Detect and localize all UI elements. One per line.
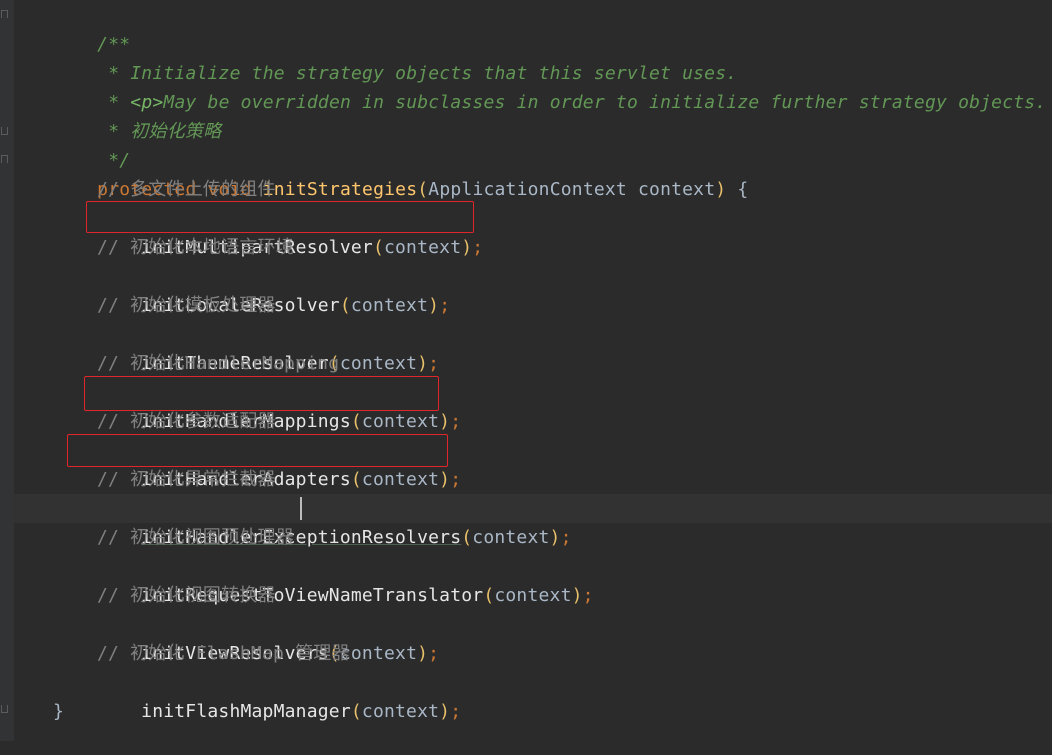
paren: ) bbox=[571, 585, 583, 606]
paren: ( bbox=[339, 295, 351, 316]
code-line: initHandlerAdapters(context); bbox=[97, 436, 461, 490]
code-line: initHandlerMappings(context); bbox=[97, 378, 461, 432]
semicolon: ; bbox=[428, 643, 440, 664]
comment: // 初始化模板处理器 bbox=[97, 295, 276, 316]
javadoc-open: /** bbox=[53, 1, 130, 55]
open-brace: { bbox=[726, 179, 749, 200]
comment: // 初始化 FlashMap 管理器 bbox=[97, 643, 350, 664]
argument: context bbox=[339, 643, 418, 664]
javadoc-close: */ bbox=[53, 117, 130, 171]
paren: ( bbox=[350, 701, 362, 722]
semicolon: ; bbox=[450, 469, 462, 490]
argument: context bbox=[494, 585, 572, 606]
code-line: initMultipartResolver(context); bbox=[97, 204, 483, 258]
paren: ) bbox=[417, 353, 429, 374]
paren: ( bbox=[372, 237, 384, 258]
text-cursor bbox=[300, 497, 302, 520]
method-name: initStrategies bbox=[262, 179, 418, 200]
paren: ) bbox=[439, 411, 451, 432]
argument: context bbox=[361, 411, 440, 432]
code-line: initLocaleResolver(context); bbox=[97, 262, 450, 316]
method-signature: protected void initStrategies(Applicatio… bbox=[53, 146, 748, 200]
parameters: ApplicationContext context bbox=[428, 179, 716, 200]
comment-line: // 初始化模板处理器 bbox=[97, 291, 276, 320]
semicolon: ; bbox=[472, 237, 484, 258]
javadoc-line: * 初始化策略 bbox=[53, 88, 221, 142]
comment: // 初始化参数适配器 bbox=[97, 411, 276, 432]
comment: // 初始化视图预处理器 bbox=[97, 527, 294, 548]
semicolon: ; bbox=[450, 701, 462, 722]
comment-line: // 初始化本地语言环境 bbox=[97, 233, 294, 262]
semicolon: ; bbox=[450, 411, 462, 432]
paren: ) bbox=[461, 237, 473, 258]
comment-line: // 初始化异常拦截器 bbox=[97, 465, 276, 494]
javadoc-line: * <p>May be overridden in subclasses in … bbox=[53, 59, 1046, 113]
comment: // 多文件上传的组件 bbox=[97, 179, 276, 200]
fold-start-icon[interactable] bbox=[1, 155, 8, 163]
comment: // 初始化异常拦截器 bbox=[97, 469, 276, 490]
semicolon: ; bbox=[560, 527, 572, 548]
code-line: initRequestToViewNameTranslator(context)… bbox=[97, 552, 594, 606]
method-call: initFlashMapManager bbox=[141, 701, 351, 722]
paren: ( bbox=[461, 527, 473, 548]
comment: // 初始化本地语言环境 bbox=[97, 237, 294, 258]
comment: // 初始化HandlerMapping bbox=[97, 353, 340, 374]
comment-line: // 初始化参数适配器 bbox=[97, 407, 276, 436]
argument: context bbox=[472, 527, 550, 548]
comment-line: // 初始化HandlerMapping bbox=[97, 349, 339, 378]
paren: ) bbox=[549, 527, 561, 548]
comment: // 初始化视图转换器 bbox=[97, 585, 276, 606]
code-editor[interactable]: /** * Initialize the strategy objects th… bbox=[0, 0, 1052, 741]
comment-line: // 初始化视图转换器 bbox=[97, 581, 276, 610]
comment-line: // 初始化视图预处理器 bbox=[97, 523, 294, 552]
paren: ) bbox=[439, 701, 451, 722]
close-brace: } bbox=[53, 701, 65, 722]
code-line: initFlashMapManager(context); bbox=[97, 668, 461, 722]
javadoc-text: May be overridden in subclasses in order… bbox=[163, 92, 1047, 113]
semicolon: ; bbox=[582, 585, 594, 606]
argument: context bbox=[383, 237, 462, 258]
comment-line: // 多文件上传的组件 bbox=[97, 175, 276, 204]
paren: ( bbox=[350, 411, 362, 432]
paren: ( bbox=[483, 585, 495, 606]
paren: ) bbox=[715, 179, 727, 200]
code-line: initThemeResolver(context); bbox=[97, 320, 439, 374]
fold-end-icon[interactable] bbox=[1, 127, 8, 135]
paren: ( bbox=[350, 469, 362, 490]
code-line: initViewResolvers(context); bbox=[97, 610, 439, 664]
fold-start-icon[interactable] bbox=[1, 10, 8, 18]
semicolon: ; bbox=[439, 295, 451, 316]
semicolon: ; bbox=[428, 353, 440, 374]
close-brace-line: } bbox=[53, 697, 64, 726]
editor-gutter bbox=[0, 0, 14, 741]
comment-line: // 初始化 FlashMap 管理器 bbox=[97, 639, 350, 668]
javadoc-line: * Initialize the strategy objects that t… bbox=[53, 30, 737, 84]
argument: context bbox=[361, 469, 440, 490]
code-line: initHandlerExceptionResolvers(context); bbox=[97, 494, 572, 548]
argument: context bbox=[361, 701, 440, 722]
fold-end-icon[interactable] bbox=[1, 705, 8, 713]
argument: context bbox=[339, 353, 418, 374]
argument: context bbox=[350, 295, 429, 316]
paren: ) bbox=[428, 295, 440, 316]
paren: ) bbox=[439, 469, 451, 490]
paren: ( bbox=[417, 179, 429, 200]
paren: ) bbox=[417, 643, 429, 664]
